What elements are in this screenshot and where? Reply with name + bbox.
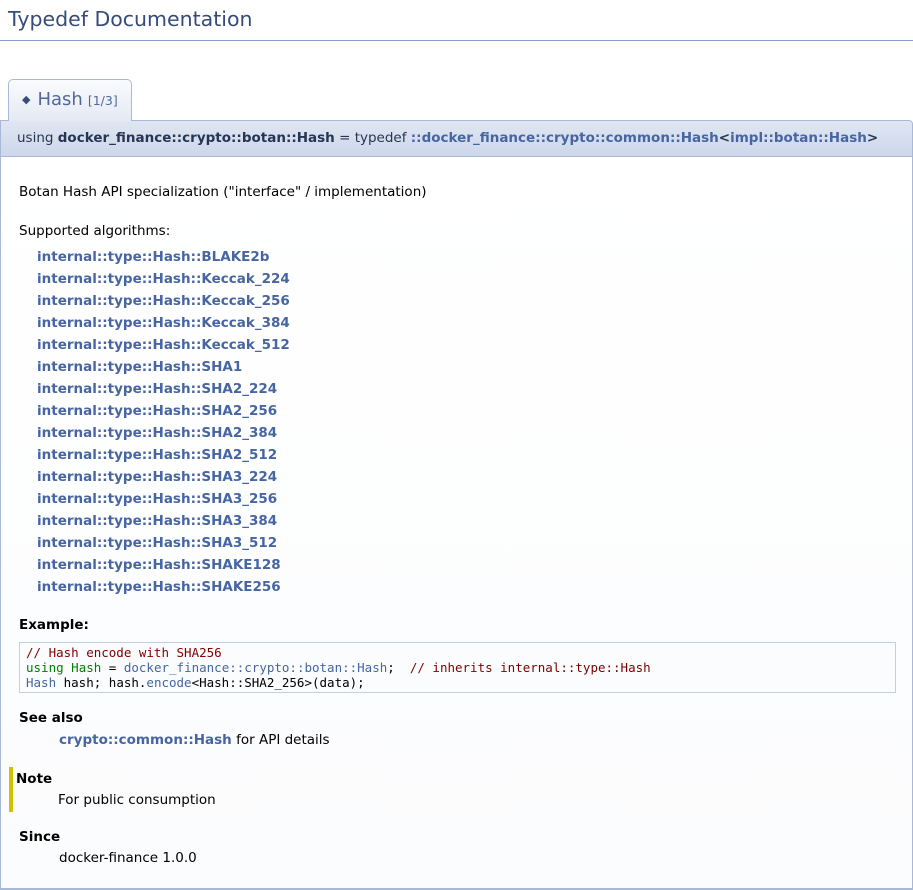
algorithm-link[interactable]: internal::type::Hash::SHA3_256	[37, 491, 277, 507]
algorithm-link[interactable]: internal::type::Hash::SHA2_512	[37, 447, 277, 463]
see-also-section: See also crypto::common::Hash for API de…	[19, 709, 896, 748]
note-section: Note For public consumption	[9, 767, 896, 812]
algorithm-list-item: internal::type::Hash::SHAKE256	[37, 576, 896, 598]
example-section: Example:	[19, 616, 896, 634]
member-item: using docker_finance::crypto::botan::Has…	[0, 120, 913, 890]
algorithm-link[interactable]: internal::type::Hash::SHA3_384	[37, 513, 277, 529]
member-overload-index: [1/3]	[88, 93, 118, 108]
example-label: Example:	[19, 616, 896, 634]
algorithm-list-item: internal::type::Hash::SHA3_512	[37, 532, 896, 554]
code-token: =	[101, 660, 124, 675]
algorithm-link[interactable]: internal::type::Hash::SHA2_256	[37, 403, 277, 419]
algorithm-link[interactable]: internal::type::Hash::Keccak_512	[37, 337, 290, 353]
algorithm-list-item: internal::type::Hash::SHA2_512	[37, 444, 896, 466]
code-token: using	[26, 660, 64, 675]
code-line: Hash hash; hash.encode<Hash::SHA2_256>(d…	[26, 675, 889, 690]
algorithm-list-item: internal::type::Hash::Keccak_384	[37, 312, 896, 334]
prototype-line: using docker_finance::crypto::botan::Has…	[17, 130, 878, 146]
see-also-suffix: for API details	[232, 732, 330, 748]
code-link[interactable]: docker_finance::crypto::botan::Hash	[124, 660, 387, 675]
algorithm-link[interactable]: internal::type::Hash::SHAKE256	[37, 579, 281, 595]
algorithm-list-item: internal::type::Hash::SHA3_256	[37, 488, 896, 510]
code-example: // Hash encode with SHA256using Hash = d…	[19, 642, 896, 693]
see-also-content: crypto::common::Hash for API details	[59, 731, 896, 749]
algorithm-list-item: internal::type::Hash::BLAKE2b	[37, 246, 896, 268]
target-type-link[interactable]: ::docker_finance::crypto::common::Hash	[411, 130, 719, 146]
algorithm-link[interactable]: internal::type::Hash::SHA2_384	[37, 425, 277, 441]
algorithm-link[interactable]: internal::type::Hash::Keccak_384	[37, 315, 290, 331]
see-also-label: See also	[19, 709, 896, 727]
algorithm-link[interactable]: internal::type::Hash::Keccak_224	[37, 271, 290, 287]
code-line: using Hash = docker_finance::crypto::bot…	[26, 660, 889, 675]
algorithm-link[interactable]: internal::type::Hash::BLAKE2b	[37, 249, 269, 265]
code-token: // inherits internal::type::Hash	[410, 660, 651, 675]
algorithm-list-item: internal::type::Hash::SHA2_256	[37, 400, 896, 422]
code-token: hash; hash.	[56, 675, 146, 690]
since-section: Since docker-finance 1.0.0	[19, 828, 896, 867]
typedef-member-block: ◆Hash[1/3] using docker_finance::crypto:…	[0, 79, 913, 890]
algorithm-link[interactable]: internal::type::Hash::SHA2_224	[37, 381, 277, 397]
typedef-name: docker_finance::crypto::botan::Hash	[58, 130, 335, 146]
algorithm-list-item: internal::type::Hash::Keccak_256	[37, 290, 896, 312]
algorithm-list-item: internal::type::Hash::Keccak_224	[37, 268, 896, 290]
using-keyword: using	[17, 130, 58, 146]
code-token: ;	[387, 660, 410, 675]
close-angle-bracket: >	[867, 130, 878, 146]
algorithm-link[interactable]: internal::type::Hash::SHAKE128	[37, 557, 281, 573]
algorithm-list-item: internal::type::Hash::SHAKE128	[37, 554, 896, 576]
algorithm-list-item: internal::type::Hash::SHA2_384	[37, 422, 896, 444]
page-title: Typedef Documentation	[0, 0, 913, 41]
anchor-diamond-icon[interactable]: ◆	[22, 93, 30, 106]
algorithm-link[interactable]: internal::type::Hash::Keccak_256	[37, 293, 290, 309]
open-angle-bracket: <	[719, 130, 730, 146]
supported-algorithms-label: Supported algorithms:	[19, 222, 896, 240]
member-documentation: Botan Hash API specialization ("interfac…	[0, 157, 913, 890]
algorithm-link[interactable]: internal::type::Hash::SHA3_512	[37, 535, 277, 551]
typedef-equals: = typedef	[335, 130, 411, 146]
algorithm-list-item: internal::type::Hash::SHA3_224	[37, 466, 896, 488]
code-line: // Hash encode with SHA256	[26, 645, 889, 660]
typedef-prototype: using docker_finance::crypto::botan::Has…	[0, 120, 913, 157]
algorithm-list: internal::type::Hash::BLAKE2binternal::t…	[19, 246, 896, 598]
member-title: Hash	[37, 89, 82, 110]
algorithm-list-item: internal::type::Hash::SHA1	[37, 356, 896, 378]
since-text: docker-finance 1.0.0	[59, 849, 896, 867]
code-token: // Hash encode with SHA256	[26, 645, 222, 660]
template-arg-link[interactable]: impl::botan::Hash	[730, 130, 867, 146]
see-also-link[interactable]: crypto::common::Hash	[59, 732, 232, 748]
note-label: Note	[16, 770, 896, 788]
algorithm-list-item: internal::type::Hash::SHA3_384	[37, 510, 896, 532]
algorithm-list-item: internal::type::Hash::SHA2_224	[37, 378, 896, 400]
intro-text: Botan Hash API specialization ("interfac…	[19, 183, 896, 201]
code-link[interactable]: encode	[146, 675, 191, 690]
algorithm-link[interactable]: internal::type::Hash::SHA1	[37, 359, 242, 375]
code-token: Hash	[71, 660, 101, 675]
code-link[interactable]: Hash	[26, 675, 56, 690]
since-label: Since	[19, 828, 896, 846]
code-token: <Hash::SHA2_256>(data);	[192, 675, 365, 690]
algorithm-link[interactable]: internal::type::Hash::SHA3_224	[37, 469, 277, 485]
member-tab: ◆ Hash [1/3]	[8, 79, 132, 121]
algorithm-list-item: internal::type::Hash::Keccak_512	[37, 334, 896, 356]
note-text: For public consumption	[58, 791, 896, 809]
